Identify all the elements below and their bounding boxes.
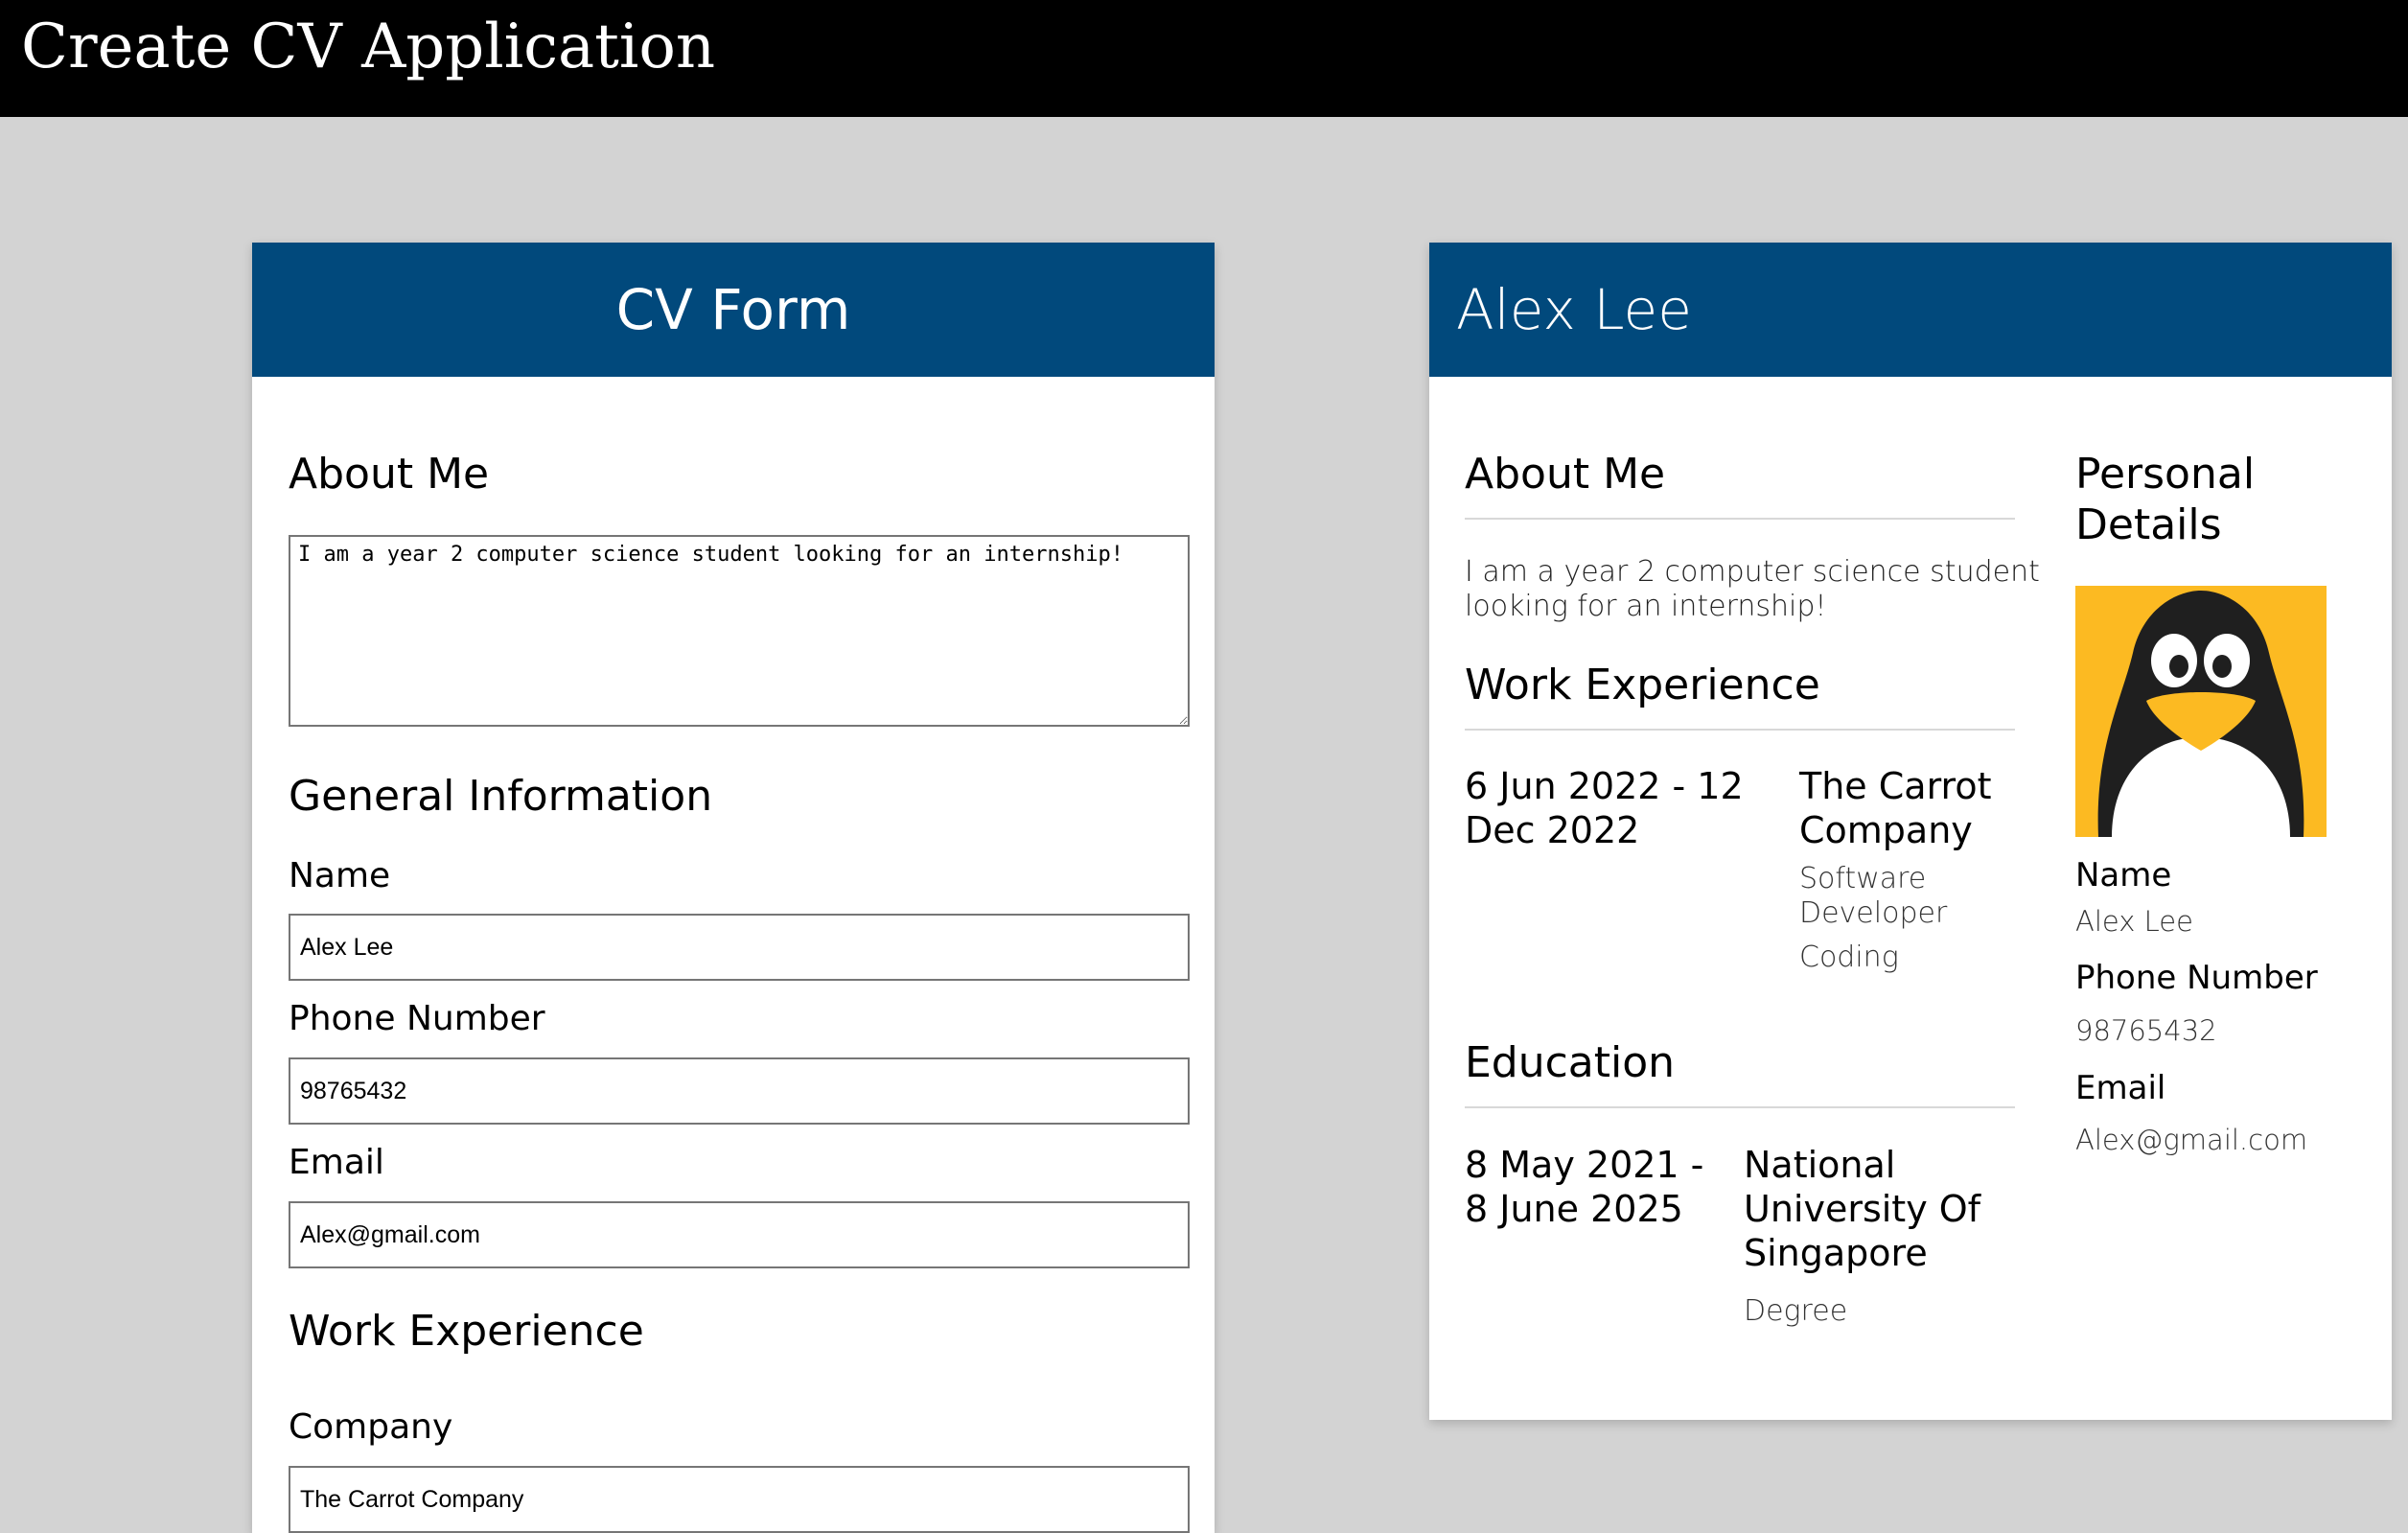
company-label: Company <box>289 1407 453 1447</box>
cv-email-value: Alex@gmail.com <box>2075 1124 2308 1156</box>
cv-name-value: Alex Lee <box>2075 905 2193 938</box>
cv-preview-header: Alex Lee <box>1429 243 2392 377</box>
phone-input[interactable] <box>289 1057 1190 1125</box>
email-label: Email <box>289 1143 384 1182</box>
cv-about-text-line2: looking for an internship! <box>1465 590 1827 623</box>
cv-phone-value: 98765432 <box>2075 1014 2217 1047</box>
cv-email-label: Email <box>2075 1069 2166 1107</box>
cv-education-school-line1: National <box>1744 1144 1896 1186</box>
cv-work-date-line2: Dec 2022 <box>1465 809 1640 851</box>
cv-name-label: Name <box>2075 856 2172 894</box>
about-me-textarea[interactable]: I am a year 2 computer science student l… <box>289 535 1190 727</box>
cv-work-company-line1: The Carrot <box>1799 765 1992 807</box>
cv-about-text-line1: I am a year 2 computer science student <box>1465 555 2040 589</box>
cv-education-heading: Education <box>1465 1038 1676 1087</box>
cv-phone-label: Phone Number <box>2075 959 2318 997</box>
cv-form-title: CV Form <box>615 277 851 342</box>
app-header-bar: Create CV Application <box>0 0 2408 117</box>
app-title: Create CV Application <box>21 12 716 82</box>
cv-education-qualification: Degree <box>1744 1294 1848 1328</box>
cv-about-divider <box>1465 518 2015 520</box>
cv-education-divider <box>1465 1106 2015 1108</box>
cv-form-panel: CV Form About Me I am a year 2 computer … <box>252 243 1215 1533</box>
form-general-heading: General Information <box>289 772 713 821</box>
cv-work-company-line2: Company <box>1799 809 1973 851</box>
cv-work-divider <box>1465 729 2015 731</box>
cv-preview-panel: Alex Lee About Me I am a year 2 computer… <box>1429 243 2392 1420</box>
name-label: Name <box>289 856 391 895</box>
cv-education-date-line2: 8 June 2025 <box>1465 1188 1683 1230</box>
phone-label: Phone Number <box>289 999 545 1038</box>
form-work-heading: Work Experience <box>289 1307 644 1356</box>
cv-work-description: Coding <box>1799 941 1899 974</box>
cv-education-school-line2: University Of <box>1744 1188 1981 1230</box>
cv-form-header: CV Form <box>252 243 1215 377</box>
cv-work-date-line1: 6 Jun 2022 - 12 <box>1465 765 1744 807</box>
cv-education-date-line1: 8 May 2021 - <box>1465 1144 1704 1186</box>
company-input[interactable] <box>289 1466 1190 1533</box>
email-input[interactable] <box>289 1201 1190 1268</box>
cv-education-school-line3: Singapore <box>1744 1232 1928 1274</box>
cv-work-role-line2: Developer <box>1799 896 1948 930</box>
cv-work-heading: Work Experience <box>1465 661 1820 709</box>
cv-about-heading: About Me <box>1465 450 1666 499</box>
name-input[interactable] <box>289 914 1190 981</box>
cv-work-role-line1: Software <box>1799 862 1927 895</box>
penguin-avatar-icon <box>2075 586 2327 837</box>
form-about-heading: About Me <box>289 450 490 499</box>
cv-personal-heading-line2: Details <box>2075 500 2222 549</box>
cv-person-name: Alex Lee <box>1456 277 1692 342</box>
cv-personal-heading-line1: Personal <box>2075 450 2256 499</box>
